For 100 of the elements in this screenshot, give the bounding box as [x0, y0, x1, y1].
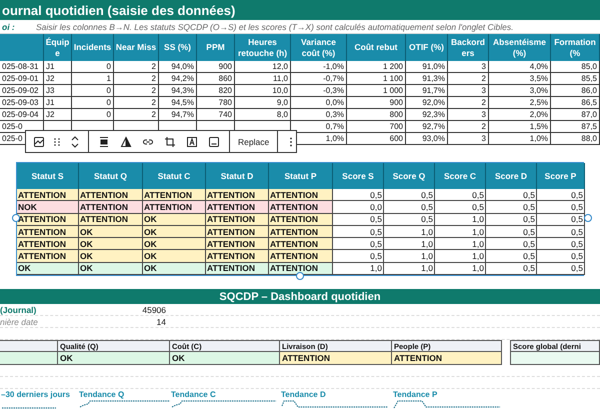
caption-icon[interactable] — [207, 134, 221, 148]
status-cell: ATTENTION — [269, 201, 333, 214]
table-cell: 2 — [114, 109, 159, 121]
table-cell: 025-09-01 — [0, 73, 44, 85]
table-cell: 1 000 — [347, 85, 406, 97]
trend-label: –30 derniers jours — [0, 389, 71, 400]
score-cell: 0,5 — [435, 189, 486, 202]
column-header: Formation (% — [551, 34, 600, 61]
image-frame[interactable] — [16, 162, 584, 276]
column-header — [0, 34, 44, 61]
column-header — [0, 340, 58, 352]
score-cell: 0,5 — [384, 189, 435, 202]
status-cell: ATTENTION — [269, 238, 333, 250]
table-cell: 94,0% — [159, 61, 197, 73]
status-cell: OK — [58, 352, 170, 366]
table-cell: 900 — [347, 97, 406, 109]
score-cell: 1,0 — [384, 250, 435, 263]
column-header: Absentéisme (%) — [489, 34, 551, 61]
table-cell: 88,0 — [551, 133, 600, 145]
table-cell: 94,7% — [159, 109, 197, 121]
table-cell: 2 — [114, 97, 159, 109]
status-cell: ATTENTION — [206, 250, 269, 263]
status-cell: OK — [79, 250, 143, 263]
table-cell: 025-09-02 — [0, 85, 44, 97]
table-cell: 3 — [448, 85, 489, 97]
table-cell: 1,0% — [489, 133, 551, 145]
table-cell: 4,0% — [489, 61, 551, 73]
status-cell: OK — [143, 226, 206, 238]
note-label: oi : — [1, 22, 16, 32]
status-cell: ATTENTION — [206, 238, 269, 250]
column-header: Équipe — [44, 34, 72, 61]
table-cell: 025-09-03 — [0, 97, 44, 109]
status-cell: OK — [79, 262, 143, 276]
replace-button[interactable]: Replace — [236, 136, 272, 146]
score-cell: 0,5 — [333, 189, 384, 202]
info-value: 45906 — [141, 304, 167, 316]
status-cell: ATTENTION — [143, 189, 206, 202]
trend-label: Tendance C — [170, 389, 217, 400]
table-cell: 92,3% — [406, 109, 448, 121]
status-cell: ATTENTION — [269, 250, 333, 263]
score-cell: 1,0 — [435, 238, 486, 250]
status-cell: ATTENTION — [143, 201, 206, 214]
score-cell: 0,5 — [384, 214, 435, 226]
resize-handle[interactable] — [12, 214, 20, 222]
table-cell: 2 — [448, 73, 489, 85]
table-cell: 740 — [197, 109, 235, 121]
table-cell: 700 — [347, 121, 406, 133]
score-cell: 0,0 — [333, 201, 384, 214]
score-cell: 0,5 — [486, 226, 537, 238]
score-cell: 1,0 — [435, 226, 486, 238]
score-cell: 0,5 — [333, 250, 384, 263]
column-header: Statut S — [17, 163, 79, 189]
score-cell: 0,5 — [486, 189, 537, 202]
table-cell: 10,0 — [235, 85, 291, 97]
score-cell: 0,5 — [333, 214, 384, 226]
status-cell: ATTENTION — [79, 201, 143, 214]
status-cell: ATTENTION — [269, 214, 333, 226]
resize-handle[interactable] — [296, 272, 304, 280]
score-cell: 0,5 — [486, 214, 537, 226]
status-cell: ATTENTION — [280, 352, 392, 366]
table-cell: 92,7% — [406, 121, 448, 133]
status-cell: OK — [17, 262, 79, 276]
score-cell: 1,0 — [384, 262, 435, 276]
text-overlay-icon[interactable] — [185, 134, 199, 148]
score-cell: 0,5 — [486, 250, 537, 263]
score-cell: 0,5 — [435, 201, 486, 214]
table-cell: 2 — [114, 85, 159, 97]
score-cell: 1,0 — [435, 214, 486, 226]
table-cell: 85,5 — [551, 73, 600, 85]
table-cell: 0 — [72, 97, 114, 109]
score-cell: 0,5 — [537, 238, 585, 250]
table-cell: J2 — [44, 109, 72, 121]
column-header: Backorders — [448, 34, 489, 61]
table-cell: 1 — [72, 73, 114, 85]
image-icon[interactable] — [32, 134, 46, 148]
info-label: nière date — [0, 316, 39, 328]
table-cell: 025-09-04 — [0, 109, 44, 121]
column-header: Near Miss — [114, 34, 159, 61]
table-cell: 1 100 — [347, 73, 406, 85]
score-cell: 0,5 — [333, 226, 384, 238]
table-cell: 92,0% — [406, 97, 448, 109]
status-cell: ATTENTION — [17, 250, 79, 263]
status-cell: ATTENTION — [206, 262, 269, 276]
score-cell: 0,5 — [537, 226, 585, 238]
status-cell: ATTENTION — [17, 226, 79, 238]
trend-label: Tendance P — [392, 389, 438, 400]
table-cell: 2 — [448, 97, 489, 109]
align-icon[interactable] — [97, 134, 111, 148]
crop-icon[interactable] — [163, 134, 177, 148]
table-cell: 86,5 — [551, 97, 600, 109]
table-cell: 94,3% — [159, 85, 197, 97]
score-cell: 1,0 — [333, 262, 384, 276]
table-cell: 11,0 — [235, 73, 291, 85]
status-cell: OK — [143, 262, 206, 276]
table-cell: 2,5% — [489, 97, 551, 109]
status-cell: ATTENTION — [392, 352, 502, 366]
table-cell: J3 — [44, 85, 72, 97]
contrast-icon[interactable] — [119, 134, 133, 148]
resize-handle[interactable] — [584, 214, 592, 222]
trend-label: Tendance Q — [78, 389, 126, 400]
